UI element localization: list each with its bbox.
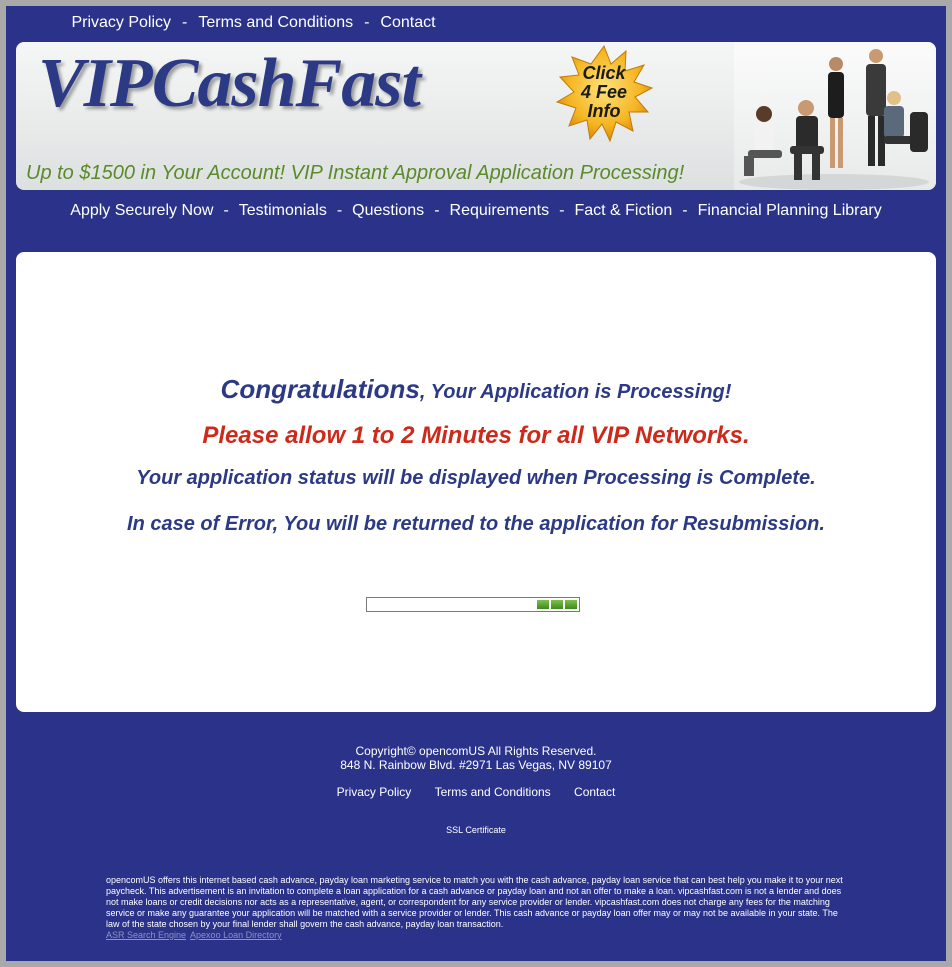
footer-links: Privacy Policy Terms and Conditions Cont… xyxy=(6,785,946,799)
footer-copyright: Copyright© opencomUS All Rights Reserved… xyxy=(6,744,946,772)
asr-search-engine-link[interactable]: ASR Search Engine xyxy=(106,930,186,940)
progress-segment xyxy=(565,600,577,609)
banner-tagline: Up to $1500 in Your Account! VIP Instant… xyxy=(26,162,685,184)
error-notice: In case of Error, You will be returned t… xyxy=(127,513,825,535)
starburst-line: Info xyxy=(587,101,621,121)
progress-bar-fill xyxy=(537,600,577,609)
separator: - xyxy=(223,202,229,219)
nav-requirements[interactable]: Requirements xyxy=(450,202,550,219)
nav-questions[interactable]: Questions xyxy=(352,202,424,219)
disclaimer-text: opencomUS offers this internet based cas… xyxy=(106,875,843,929)
footer-link-privacy-policy[interactable]: Privacy Policy xyxy=(337,785,412,799)
progress-segment xyxy=(551,600,563,609)
top-link-contact[interactable]: Contact xyxy=(380,14,435,31)
header-banner: VIPCashFast Click 4 Fee Info Up to $1500… xyxy=(16,42,936,190)
processing-text: , Your Application is Processing! xyxy=(419,381,732,403)
top-link-privacy-policy[interactable]: Privacy Policy xyxy=(71,14,171,31)
nav-fact-and-fiction[interactable]: Fact & Fiction xyxy=(574,202,672,219)
congratulations-word: Congratulations xyxy=(220,374,420,404)
status-notice: Your application status will be displaye… xyxy=(136,467,816,489)
copyright-text: Copyright© opencomUS All Rights Reserved… xyxy=(355,744,597,758)
directory-links: ASR Search Engine Apexoo Loan Directory xyxy=(106,930,846,941)
fee-info-starburst[interactable]: Click 4 Fee Info xyxy=(554,44,654,144)
starburst-line: Click xyxy=(582,63,626,83)
nav-apply-securely-now[interactable]: Apply Securely Now xyxy=(70,202,213,219)
top-links: Privacy Policy - Terms and Conditions - Cont… xyxy=(6,14,501,32)
nav-testimonials[interactable]: Testimonials xyxy=(239,202,327,219)
nav-financial-planning-library[interactable]: Financial Planning Library xyxy=(698,202,882,219)
separator: - xyxy=(182,14,188,31)
separator: - xyxy=(559,202,565,219)
congratulations-heading: Congratulations, Your Application is Pro… xyxy=(16,374,936,405)
address-text: 848 N. Rainbow Blvd. #2971 Las Vegas, NV… xyxy=(340,758,612,772)
top-link-terms[interactable]: Terms and Conditions xyxy=(198,14,353,31)
separator: - xyxy=(364,14,370,31)
progress-segment xyxy=(537,600,549,609)
legal-disclaimer: opencomUS offers this internet based cas… xyxy=(106,875,846,941)
footer-link-contact[interactable]: Contact xyxy=(574,785,615,799)
ssl-certificate-link[interactable]: SSL Certificate xyxy=(6,825,946,835)
wait-notice: Please allow 1 to 2 Minutes for all VIP … xyxy=(202,422,750,449)
main-nav: Apply Securely Now - Testimonials - Question… xyxy=(6,202,946,220)
business-team-photo xyxy=(734,42,936,190)
page-frame: Privacy Policy - Terms and Conditions - Cont… xyxy=(6,6,946,961)
separator: - xyxy=(682,202,688,219)
footer-link-terms[interactable]: Terms and Conditions xyxy=(435,785,551,799)
team-photo-image xyxy=(739,49,929,190)
separator: - xyxy=(434,202,440,219)
processing-card: Congratulations, Your Application is Pro… xyxy=(16,252,936,712)
site-logo[interactable]: VIPCashFast xyxy=(38,44,421,124)
progress-bar xyxy=(366,597,580,612)
separator: - xyxy=(336,202,343,219)
apexoo-loan-directory-link[interactable]: Apexoo Loan Directory xyxy=(190,930,282,940)
starburst-line: 4 Fee xyxy=(580,82,628,102)
starburst-text: Click 4 Fee Info xyxy=(554,64,654,121)
